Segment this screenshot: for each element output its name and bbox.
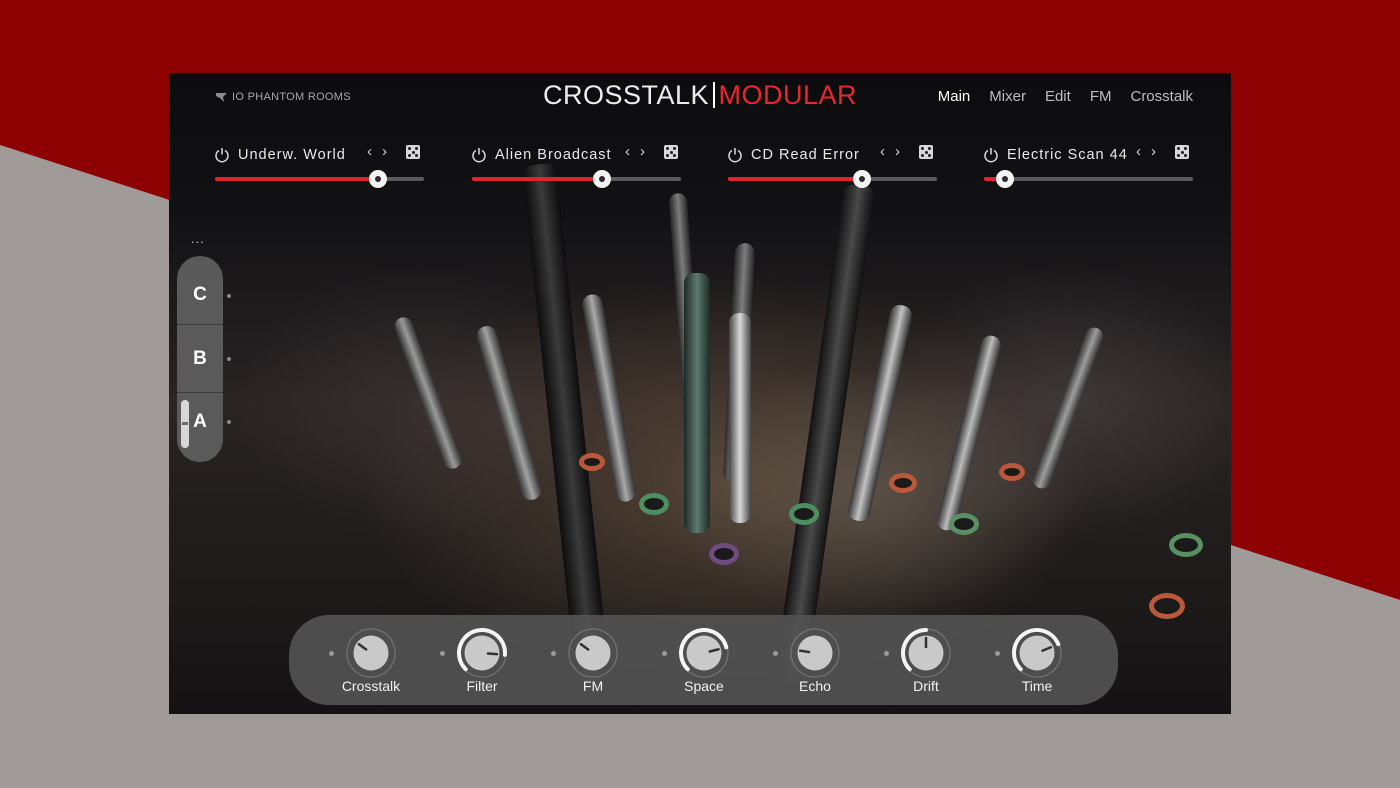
title-modular: MODULAR: [718, 80, 858, 110]
chevron-left-icon[interactable]: ‹: [367, 143, 372, 160]
knob-body: [353, 635, 389, 671]
title-crosstalk: CROSSTALK: [542, 80, 710, 110]
chevron-right-icon[interactable]: ›: [1151, 143, 1156, 160]
chevron-right-icon[interactable]: ›: [382, 143, 387, 160]
knob-crosstalk-control[interactable]: [345, 627, 397, 679]
knob-body: [686, 635, 722, 671]
knob-fm: FM: [511, 615, 622, 705]
scene-divider: [177, 324, 223, 325]
scene-c-button[interactable]: C: [177, 262, 223, 328]
dice-icon[interactable]: [1175, 145, 1189, 159]
nav-edit[interactable]: Edit: [1045, 88, 1071, 105]
title-separator: [713, 82, 715, 108]
knob-body: [797, 635, 833, 671]
slider-handle[interactable]: [995, 170, 1014, 188]
modulation-dot[interactable]: [440, 651, 445, 656]
modulation-dot[interactable]: [329, 651, 334, 656]
slot-name[interactable]: CD Read Error: [751, 147, 860, 163]
knob-body: [575, 635, 611, 671]
knob-echo-control[interactable]: [789, 627, 841, 679]
scene-selector: C B A: [177, 256, 223, 462]
power-icon[interactable]: [727, 147, 743, 163]
modulation-dot[interactable]: [884, 651, 889, 656]
power-icon[interactable]: [214, 147, 230, 163]
knob-space-control[interactable]: [678, 627, 730, 679]
chevron-left-icon[interactable]: ‹: [880, 143, 885, 160]
slot-3: CD Read Error ‹ ›: [727, 143, 937, 188]
knob-crosstalk: Crosstalk: [289, 615, 400, 705]
nav-main[interactable]: Main: [938, 88, 971, 105]
slider-fill: [728, 177, 862, 181]
knob-filter: Filter: [400, 615, 511, 705]
slot-volume-slider[interactable]: [728, 170, 937, 188]
power-icon[interactable]: [471, 147, 487, 163]
knob-time-control[interactable]: [1011, 627, 1063, 679]
knob-body: [1019, 635, 1055, 671]
slider-handle[interactable]: [852, 170, 871, 188]
knob-pointer: [798, 649, 811, 654]
slot-volume-slider[interactable]: [215, 170, 424, 188]
knob-drift-control[interactable]: [900, 627, 952, 679]
nav-mixer[interactable]: Mixer: [989, 88, 1026, 105]
more-options-icon[interactable]: ...: [191, 231, 205, 246]
dice-icon[interactable]: [919, 145, 933, 159]
knob-echo: Echo: [733, 615, 844, 705]
knob-pointer: [486, 652, 499, 656]
modulation-dot[interactable]: [773, 651, 778, 656]
knob-drift: Drift: [844, 615, 955, 705]
main-nav: Main Mixer Edit FM Crosstalk: [938, 88, 1193, 105]
slot-4: Electric Scan 44 ‹ ›: [983, 143, 1193, 188]
knob-space: Space: [622, 615, 733, 705]
chevron-left-icon[interactable]: ‹: [1136, 143, 1141, 160]
scene-a-dot: [227, 420, 231, 424]
scene-level-indicator: [181, 400, 189, 448]
power-icon[interactable]: [983, 147, 999, 163]
slider-handle[interactable]: [592, 170, 611, 188]
chevron-right-icon[interactable]: ›: [640, 143, 645, 160]
dice-icon[interactable]: [406, 145, 420, 159]
knob-time: Time: [955, 615, 1066, 705]
slot-name[interactable]: Electric Scan 44: [1007, 147, 1128, 163]
slot-volume-slider[interactable]: [472, 170, 681, 188]
nav-fm[interactable]: FM: [1090, 88, 1112, 105]
macro-knob-panel: Crosstalk Filter FM Space Echo Drift Time: [289, 615, 1118, 705]
slot-2: Alien Broadcast ‹ ›: [471, 143, 681, 188]
scene-b-dot: [227, 357, 231, 361]
nav-crosstalk[interactable]: Crosstalk: [1130, 88, 1193, 105]
slider-fill: [215, 177, 379, 181]
knob-filter-control[interactable]: [456, 627, 508, 679]
slot-volume-slider[interactable]: [984, 170, 1193, 188]
slider-handle[interactable]: [369, 170, 388, 188]
dice-icon[interactable]: [664, 145, 678, 159]
plugin-window: IO PHANTOM ROOMS CROSSTALK MODULAR Main M…: [169, 73, 1231, 714]
knob-fm-control[interactable]: [567, 627, 619, 679]
knob-label: Time: [1021, 678, 1053, 694]
scene-c-dot: [227, 294, 231, 298]
chevron-right-icon[interactable]: ›: [895, 143, 900, 160]
modulation-dot[interactable]: [995, 651, 1000, 656]
slot-1: Underw. World ‹ ›: [214, 143, 424, 188]
chevron-left-icon[interactable]: ‹: [625, 143, 630, 160]
slot-name[interactable]: Alien Broadcast: [495, 147, 612, 163]
scene-b-button[interactable]: B: [177, 326, 223, 392]
modulation-dot[interactable]: [551, 651, 556, 656]
slider-fill: [472, 177, 602, 181]
slot-name[interactable]: Underw. World: [238, 147, 346, 163]
modulation-dot[interactable]: [662, 651, 667, 656]
